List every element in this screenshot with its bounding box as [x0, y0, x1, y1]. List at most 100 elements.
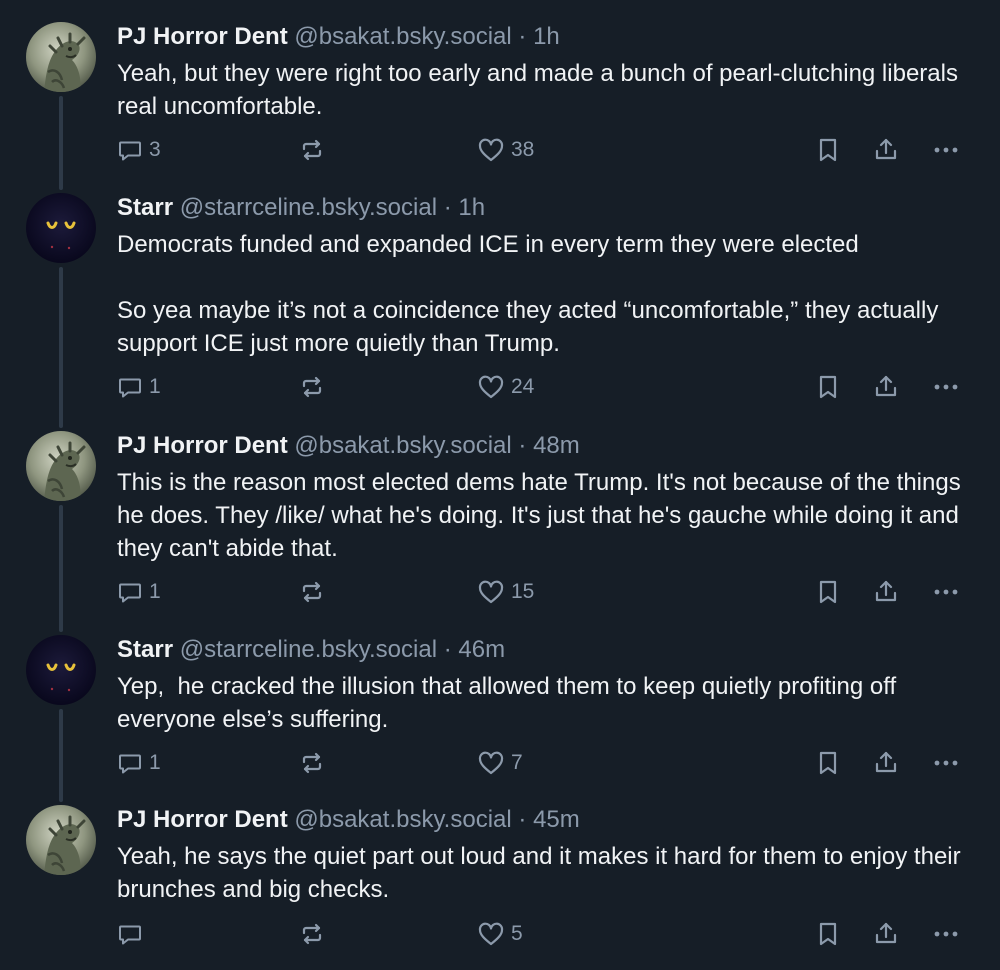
reply-icon — [117, 750, 143, 776]
repost-icon — [299, 921, 325, 947]
repost-button[interactable] — [299, 575, 331, 609]
bookmark-button[interactable] — [816, 575, 840, 609]
more-options-icon — [931, 374, 961, 400]
share-icon — [873, 374, 899, 400]
share-button[interactable] — [873, 575, 899, 609]
author-name[interactable]: PJ Horror Dent — [117, 432, 288, 459]
replies-count: 1 — [149, 751, 161, 774]
heart-icon — [477, 579, 505, 605]
share-button[interactable] — [873, 746, 899, 780]
post-text: Democrats funded and expanded ICE in eve… — [117, 231, 939, 357]
heart-icon — [477, 137, 505, 163]
more-options-button[interactable] — [931, 133, 961, 167]
author-name[interactable]: PJ Horror Dent — [117, 23, 288, 50]
post-actions: 3 38 — [117, 133, 967, 167]
replies-count: 1 — [149, 375, 161, 398]
replies-count: 3 — [149, 138, 161, 161]
repost-button[interactable] — [299, 746, 331, 780]
post-time[interactable]: 1h — [533, 23, 560, 50]
share-icon — [873, 137, 899, 163]
author-handle[interactable]: @bsakat.bsky.social — [294, 806, 511, 833]
share-button[interactable] — [873, 370, 899, 404]
more-options-button[interactable] — [931, 575, 961, 609]
author-handle[interactable]: @bsakat.bsky.social — [294, 23, 511, 50]
post-header: PJ Horror Dent @bsakat.bsky.social · 48m — [117, 431, 966, 461]
avatar[interactable] — [26, 635, 96, 705]
repost-button[interactable] — [299, 133, 331, 167]
thread-connector-line — [59, 267, 63, 428]
reply-icon — [117, 374, 143, 400]
heart-icon — [477, 750, 505, 776]
avatar[interactable] — [26, 22, 96, 92]
reply-button[interactable]: 1 — [117, 370, 161, 404]
author-handle[interactable]: @starrceline.bsky.social — [180, 194, 437, 221]
more-options-button[interactable] — [931, 370, 961, 404]
repost-button[interactable] — [299, 370, 331, 404]
likes-count: 15 — [511, 580, 535, 603]
more-options-icon — [931, 579, 961, 605]
like-button[interactable]: 38 — [477, 133, 534, 167]
post-time[interactable]: 48m — [533, 432, 580, 459]
bookmark-button[interactable] — [816, 746, 840, 780]
author-name[interactable]: Starr — [117, 194, 173, 221]
reply-button[interactable]: 3 — [117, 133, 161, 167]
post-text: Yep, he cracked the illusion that allowe… — [117, 673, 903, 733]
author-handle[interactable]: @bsakat.bsky.social — [294, 432, 511, 459]
bookmark-button[interactable] — [816, 917, 840, 951]
post-time[interactable]: 45m — [533, 806, 580, 833]
like-button[interactable]: 15 — [477, 575, 534, 609]
post-time[interactable]: 1h — [458, 194, 485, 221]
like-button[interactable]: 24 — [477, 370, 534, 404]
repost-button[interactable] — [299, 917, 331, 951]
more-options-icon — [931, 921, 961, 947]
post-content: Starr @starrceline.bsky.social · 46m Yep… — [117, 635, 966, 736]
post-content: PJ Horror Dent @bsakat.bsky.social · 1h … — [117, 22, 966, 123]
reply-button[interactable]: 1 — [117, 746, 161, 780]
post-content: PJ Horror Dent @bsakat.bsky.social · 45m… — [117, 805, 966, 906]
post-text: Yeah, he says the quiet part out loud an… — [117, 843, 968, 903]
more-options-icon — [931, 137, 961, 163]
post-header: PJ Horror Dent @bsakat.bsky.social · 45m — [117, 805, 966, 835]
bookmark-button[interactable] — [816, 370, 840, 404]
reply-button[interactable] — [117, 917, 149, 951]
thread-connector-line — [59, 505, 63, 632]
reply-button[interactable]: 1 — [117, 575, 161, 609]
share-button[interactable] — [873, 917, 899, 951]
avatar[interactable] — [26, 193, 96, 263]
post-time[interactable]: 46m — [458, 636, 505, 663]
separator-dot: · — [443, 194, 452, 221]
repost-icon — [299, 579, 325, 605]
post-content: PJ Horror Dent @bsakat.bsky.social · 48m… — [117, 431, 966, 565]
reply-icon — [117, 579, 143, 605]
bookmark-button[interactable] — [816, 133, 840, 167]
thread-connector-line — [59, 709, 63, 802]
like-button[interactable]: 7 — [477, 746, 523, 780]
likes-count: 38 — [511, 138, 535, 161]
post-actions: 1 15 — [117, 575, 967, 609]
like-button[interactable]: 5 — [477, 917, 523, 951]
post-text: Yeah, but they were right too early and … — [117, 60, 965, 120]
reply-icon — [117, 137, 143, 163]
bookmark-icon — [816, 750, 840, 776]
separator-dot: · — [518, 806, 527, 833]
avatar[interactable] — [26, 431, 96, 501]
more-options-icon — [931, 750, 961, 776]
heart-icon — [477, 374, 505, 400]
author-name[interactable]: PJ Horror Dent — [117, 806, 288, 833]
post-actions: 17 — [117, 746, 967, 780]
more-options-button[interactable] — [931, 746, 961, 780]
reply-icon — [117, 921, 143, 947]
share-icon — [873, 750, 899, 776]
post-header: Starr @starrceline.bsky.social · 46m — [117, 635, 966, 665]
more-options-button[interactable] — [931, 917, 961, 951]
repost-icon — [299, 374, 325, 400]
share-button[interactable] — [873, 133, 899, 167]
post-actions: 5 — [117, 917, 967, 951]
author-name[interactable]: Starr — [117, 636, 173, 663]
separator-dot: · — [443, 636, 452, 663]
author-handle[interactable]: @starrceline.bsky.social — [180, 636, 437, 663]
repost-icon — [299, 750, 325, 776]
post-text: This is the reason most elected dems hat… — [117, 469, 968, 562]
avatar[interactable] — [26, 805, 96, 875]
post-thread: PJ Horror Dent @bsakat.bsky.social · 1h … — [0, 0, 1000, 970]
